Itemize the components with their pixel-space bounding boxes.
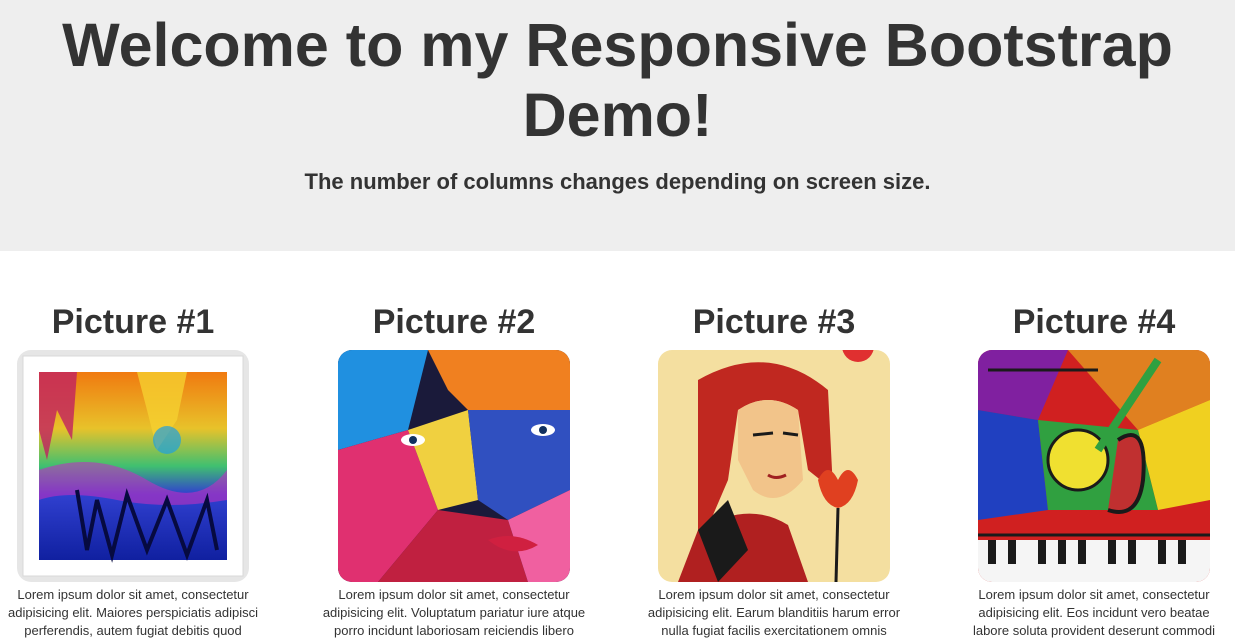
card-text-line: nulla fugiat facilis exercitationem omni…	[661, 623, 887, 638]
card-title: Picture #1	[51, 303, 215, 341]
page-subtitle: The number of columns changes depending …	[304, 169, 931, 194]
picture-card-2: Picture #2 Lorem ipsum dolor sit amet, c…	[294, 300, 614, 640]
picture-card-4: Picture #4 Lorem ipsum dolor sit amet, c…	[934, 300, 1235, 640]
card-title: Picture #4	[1012, 303, 1176, 341]
card-text-line: perferendis, autem fugiat debitis quod	[24, 623, 242, 638]
card-text-line: adipisicing elit. Voluptatum pariatur iu…	[322, 605, 586, 620]
card-text-line: Lorem ipsum dolor sit amet, consectetur	[658, 587, 890, 602]
card-text-line: Lorem ipsum dolor sit amet, consectetur	[978, 587, 1210, 602]
card-text-line: adipisicing elit. Maiores perspiciatis a…	[8, 605, 258, 620]
card-image-faces-painting	[338, 350, 570, 582]
card-title: Picture #3	[692, 303, 856, 341]
page-title: Welcome to my Responsive Bootstrap Demo!	[62, 11, 1173, 149]
card-image-woman-lotus-poster	[658, 350, 890, 582]
card-title: Picture #2	[372, 303, 536, 341]
card-text-line: Lorem ipsum dolor sit amet, consectetur	[338, 587, 570, 602]
card-text-line: porro incidunt laboriosam reiciendis lib…	[334, 623, 574, 638]
jumbotron-header: Welcome to my Responsive Bootstrap Demo!…	[0, 0, 1235, 251]
picture-card-1: Picture #1 Lorem ipsum dolor sit amet, c…	[0, 300, 293, 640]
card-text-line: adipisicing elit. Eos incidunt vero beat…	[978, 605, 1210, 620]
card-image-cubist-music	[978, 350, 1210, 582]
card-text-line: adipisicing elit. Earum blanditiis harum…	[647, 605, 901, 620]
card-text-line: labore soluta provident deserunt commodi	[972, 623, 1216, 638]
card-image-abstract-painting	[17, 350, 249, 582]
picture-card-3: Picture #3 Lorem ipsum dolor sit amet, c…	[614, 300, 934, 640]
card-text-line: Lorem ipsum dolor sit amet, consectetur	[17, 587, 249, 602]
